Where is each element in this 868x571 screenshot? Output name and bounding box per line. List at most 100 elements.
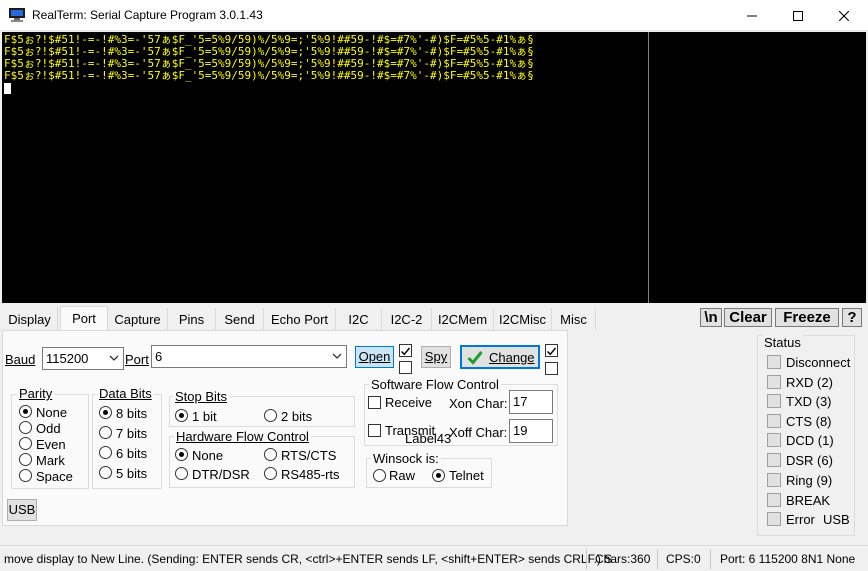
terminal-cursor xyxy=(4,83,11,94)
ring-led xyxy=(767,473,781,487)
hw-flow-none-label: None xyxy=(192,448,224,463)
port-select[interactable]: 6 xyxy=(151,345,347,368)
status-bar: move display to New Line. (Sending: ENTE… xyxy=(0,545,868,571)
tab-echo-port[interactable]: Echo Port xyxy=(264,308,336,330)
parity-odd-radio[interactable] xyxy=(19,421,32,434)
data-bits-5-label: 5 bits xyxy=(116,466,148,481)
tab-label: Display xyxy=(8,312,51,327)
stop-bits-2-radio[interactable] xyxy=(264,409,277,422)
ring-label: Ring (9) xyxy=(786,473,833,488)
spy-button[interactable]: Spy xyxy=(421,346,451,368)
port-value: 6 xyxy=(155,349,163,364)
app-icon xyxy=(9,8,25,22)
parity-even-radio[interactable] xyxy=(19,437,32,450)
stop-bits-1-radio[interactable] xyxy=(175,409,188,422)
winsock-telnet-radio[interactable] xyxy=(432,469,445,482)
title-bar: RealTerm: Serial Capture Program 3.0.1.4… xyxy=(0,0,868,31)
parity-space-radio[interactable] xyxy=(19,469,32,482)
maximize-icon xyxy=(793,10,803,21)
minimize-button[interactable] xyxy=(729,0,775,31)
hw-flow-none-radio[interactable] xyxy=(175,448,188,461)
chevron-down-icon xyxy=(109,355,119,361)
txd-led xyxy=(767,394,781,408)
dcd-led xyxy=(767,433,781,447)
minimize-icon xyxy=(747,15,757,16)
tab-display[interactable]: Display xyxy=(2,308,58,330)
parity-even-label: Even xyxy=(36,437,66,452)
check-icon xyxy=(547,347,557,356)
xoff-input[interactable]: 19 xyxy=(509,419,553,443)
data-bits-8-label: 8 bits xyxy=(116,406,148,421)
cps-count: CPS:0 xyxy=(666,552,701,566)
parity-odd-label: Odd xyxy=(36,421,61,436)
hw-flow-rtscts-radio[interactable] xyxy=(264,448,277,461)
tab-i2cmem[interactable]: I2CMem xyxy=(432,308,494,330)
dsr-label: DSR (6) xyxy=(786,453,833,468)
data-bits-7-radio[interactable] xyxy=(99,426,112,439)
change-checkbox-1[interactable] xyxy=(545,344,558,357)
data-bits-6-radio[interactable] xyxy=(99,446,112,459)
tab-label: Send xyxy=(224,312,255,327)
tab-i2c-2[interactable]: I2C-2 xyxy=(382,308,432,330)
hw-flow-title: Hardware Flow Control xyxy=(174,429,311,444)
parity-mark-radio[interactable] xyxy=(19,453,32,466)
tab-misc[interactable]: Misc xyxy=(552,308,596,330)
hw-flow-dtrdsr-radio[interactable] xyxy=(175,467,188,480)
tab-label: Pins xyxy=(178,312,205,327)
sw-flow-transmit-checkbox[interactable] xyxy=(368,424,381,437)
tab-label: I2CMem xyxy=(437,312,488,327)
change-button[interactable]: Change xyxy=(460,345,540,369)
txd-label: TXD (3) xyxy=(786,394,832,409)
winsock-raw-radio[interactable] xyxy=(373,469,386,482)
parity-none-label: None xyxy=(36,405,68,420)
xoff-label: Xoff Char: xyxy=(449,425,508,440)
close-button[interactable] xyxy=(821,0,867,31)
chevron-down-icon xyxy=(332,353,342,359)
sw-flow-receive-checkbox[interactable] xyxy=(368,396,381,409)
data-bits-8-radio[interactable] xyxy=(99,406,112,419)
tab-label: Capture xyxy=(114,312,161,327)
newline-button[interactable]: \n xyxy=(700,308,722,327)
dsr-led xyxy=(767,453,781,467)
data-bits-5-radio[interactable] xyxy=(99,466,112,479)
chars-count: Chars:360 xyxy=(595,552,651,566)
tab-i2c[interactable]: I2C xyxy=(336,308,382,330)
terminal-side-pane xyxy=(648,32,866,303)
open-checkbox-2[interactable] xyxy=(399,361,412,374)
help-button[interactable]: ? xyxy=(842,308,862,327)
cts-led xyxy=(767,414,781,428)
parity-none-radio[interactable] xyxy=(19,405,32,418)
disconnect-label: Disconnect xyxy=(786,355,851,370)
rxd-led xyxy=(767,375,781,389)
freeze-button[interactable]: Freeze xyxy=(775,308,839,327)
clear-button[interactable]: Clear xyxy=(724,308,772,327)
sw-flow-receive-label: Receive xyxy=(385,395,432,410)
maximize-button[interactable] xyxy=(775,0,821,31)
hw-flow-dtrdsr-label: DTR/DSR xyxy=(192,467,250,482)
tab-capture[interactable]: Capture xyxy=(108,308,168,330)
tab-label: Port xyxy=(72,311,96,326)
open-button[interactable]: Open xyxy=(355,346,394,368)
sw-flow-title: Software Flow Control xyxy=(369,377,501,392)
hw-flow-rs485-radio[interactable] xyxy=(264,467,277,480)
baud-select[interactable]: 115200 xyxy=(42,347,124,370)
tab-send[interactable]: Send xyxy=(216,308,264,330)
port-info: Port: 6 115200 8N1 None xyxy=(720,552,856,566)
usb-button[interactable]: USB xyxy=(7,499,37,521)
status-usb-label: USB xyxy=(823,512,850,527)
tab-port[interactable]: Port xyxy=(60,306,108,331)
tab-i2cmisc[interactable]: I2CMisc xyxy=(494,308,552,330)
tab-label: I2C-2 xyxy=(390,312,423,327)
error-label: Error xyxy=(786,512,815,527)
change-checkbox-2[interactable] xyxy=(545,362,558,375)
disconnect-led xyxy=(767,355,781,369)
terminal-line: F$5ぉ?!$#51!-=-!#%3=-'57ぁ$F_'5=5%9/59)%/5… xyxy=(4,69,534,82)
open-checkbox-1[interactable] xyxy=(399,344,412,357)
xon-input[interactable]: 17 xyxy=(509,390,553,414)
status-separator xyxy=(657,549,658,569)
stop-bits-2-label: 2 bits xyxy=(281,409,313,424)
tab-pins[interactable]: Pins xyxy=(168,308,216,330)
check-mark-icon xyxy=(467,351,483,365)
terminal-display[interactable]: F$5ぉ?!$#51!-=-!#%3=-'57ぁ$F_'5=5%9/59)%/5… xyxy=(2,32,648,303)
window-title: RealTerm: Serial Capture Program 3.0.1.4… xyxy=(32,8,263,22)
